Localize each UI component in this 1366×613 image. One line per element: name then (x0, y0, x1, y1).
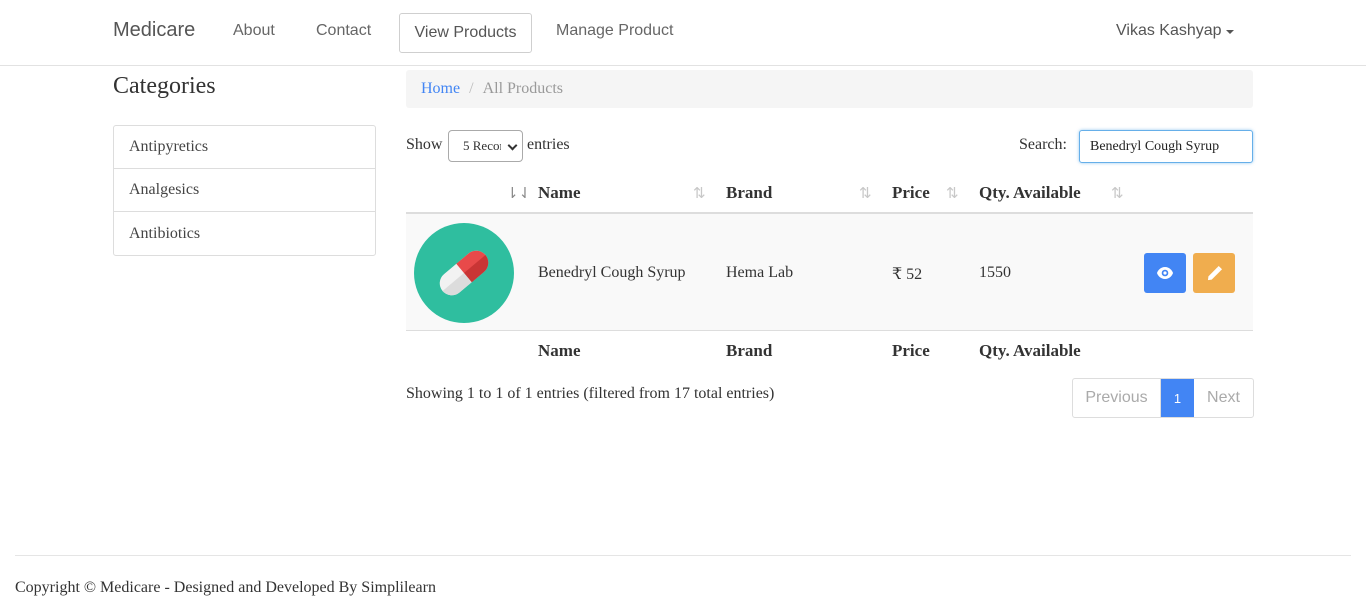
nav-contact[interactable]: Contact (316, 22, 371, 40)
chevron-down-icon (507, 140, 518, 151)
user-menu[interactable]: Vikas Kashyap (1116, 22, 1234, 40)
category-item-antibiotics[interactable]: Antibiotics (114, 212, 375, 255)
column-header-brand[interactable]: Brand (726, 183, 772, 203)
show-label: Show (406, 136, 443, 153)
eye-icon (1157, 267, 1173, 279)
sort-icon[interactable]: ⇅ (1111, 184, 1124, 202)
breadcrumb-current: All Products (482, 80, 564, 97)
footer-divider (15, 555, 1351, 556)
pencil-icon (1207, 265, 1222, 280)
footer-header-name: Name (538, 341, 581, 360)
edit-product-button[interactable] (1193, 253, 1235, 293)
user-name: Vikas Kashyap (1116, 22, 1222, 39)
category-item-antipyretics[interactable]: Antipyretics (114, 126, 375, 169)
column-header-qty[interactable]: Qty. Available (979, 183, 1081, 203)
pagination-previous[interactable]: Previous (1073, 379, 1161, 417)
entries-label: entries (527, 136, 570, 153)
nav-about[interactable]: About (233, 22, 275, 40)
search-label: Search: (1019, 136, 1067, 153)
footer-header-price: Price (892, 341, 930, 360)
pill-capsule-icon (414, 223, 514, 323)
breadcrumb: Home / All Products (406, 70, 1253, 108)
column-header-name[interactable]: Name (538, 183, 580, 203)
footer-copyright: Copyright © Medicare - Designed and Deve… (15, 579, 436, 596)
search-input[interactable] (1079, 130, 1253, 163)
breadcrumb-home-link[interactable]: Home (421, 80, 460, 98)
cell-brand: Hema Lab (726, 264, 794, 281)
breadcrumb-separator: / (469, 80, 474, 97)
table-row (406, 214, 1253, 331)
nav-manage-product[interactable]: Manage Product (556, 22, 673, 40)
brand-logo[interactable]: Medicare (113, 19, 195, 42)
nav-view-products[interactable]: View Products (399, 13, 532, 53)
categories-title: Categories (113, 73, 216, 99)
sort-icon[interactable]: ⇅ (693, 184, 706, 202)
column-header-price[interactable]: Price (892, 183, 930, 203)
table-info: Showing 1 to 1 of 1 entries (filtered fr… (406, 385, 775, 402)
view-product-button[interactable] (1144, 253, 1186, 293)
cell-qty: 1550 (979, 264, 1011, 281)
caret-down-icon (1225, 30, 1234, 34)
category-item-analgesics[interactable]: Analgesics (114, 169, 375, 212)
footer-header-qty: Qty. Available (979, 341, 1081, 360)
sort-icon[interactable]: ⇅ (946, 184, 959, 202)
cell-price: ₹ 52 (892, 266, 923, 283)
sort-asc-icon[interactable]: ⇂⇃ (506, 184, 531, 202)
navbar: Medicare About Contact View Products Man… (0, 0, 1366, 66)
pagination-next[interactable]: Next (1194, 379, 1253, 417)
entries-select[interactable]: 5 Records (448, 130, 523, 162)
category-list: Antipyretics Analgesics Antibiotics (113, 125, 376, 256)
pagination-page-1[interactable]: 1 (1161, 379, 1194, 417)
sort-icon[interactable]: ⇅ (859, 184, 872, 202)
cell-name: Benedryl Cough Syrup (538, 264, 686, 281)
pagination: Previous 1 Next (1072, 378, 1254, 418)
footer-header-brand: Brand (726, 341, 773, 360)
entries-selected-value: 5 Records (463, 138, 501, 153)
